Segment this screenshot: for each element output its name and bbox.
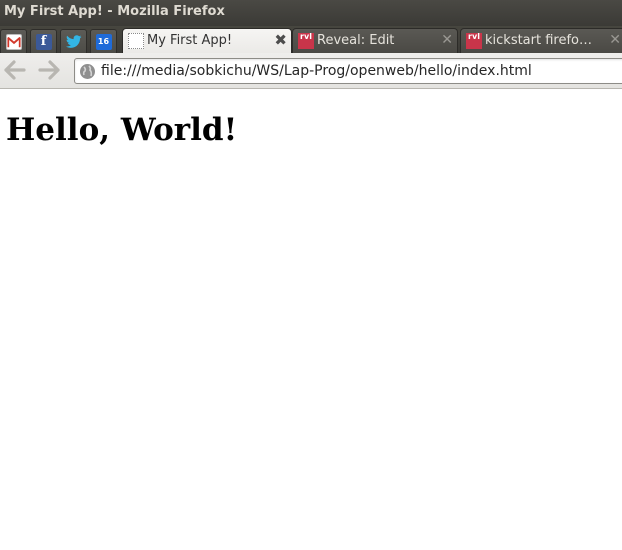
globe-icon bbox=[80, 64, 95, 79]
tab-my-first-app[interactable]: My First App! ✖ bbox=[122, 28, 292, 53]
tab-label: My First App! bbox=[147, 33, 233, 48]
tab-strip: f 16 My First App! ✖ rvl Reveal: Edit ✕ … bbox=[0, 26, 622, 53]
gmail-icon bbox=[5, 33, 22, 50]
navigation-toolbar: file:///media/sobkichu/WS/Lap-Prog/openw… bbox=[0, 53, 622, 89]
close-tab-icon[interactable]: ✕ bbox=[609, 29, 621, 52]
back-arrow-icon bbox=[4, 60, 26, 80]
close-tab-icon[interactable]: ✕ bbox=[441, 29, 453, 52]
facebook-icon: f bbox=[35, 33, 52, 50]
window-title: My First App! - Mozilla Firefox bbox=[0, 0, 622, 26]
forward-arrow-icon bbox=[38, 60, 60, 80]
back-button[interactable] bbox=[2, 59, 28, 83]
tab-kickstart-firefox[interactable]: rvl kickstart firefo… ✕ bbox=[460, 28, 622, 53]
forward-button[interactable] bbox=[36, 59, 62, 83]
tab-label: Reveal: Edit bbox=[317, 33, 395, 48]
page-content: Hello, World! bbox=[0, 90, 622, 550]
page-heading: Hello, World! bbox=[6, 112, 238, 148]
app-tab-gmail[interactable] bbox=[0, 29, 27, 53]
app-tab-twitter[interactable] bbox=[60, 29, 87, 53]
tab-label: kickstart firefo… bbox=[485, 33, 593, 48]
twitter-icon bbox=[65, 34, 82, 50]
calendar-icon: 16 bbox=[95, 33, 112, 50]
close-tab-icon[interactable]: ✖ bbox=[274, 29, 287, 52]
url-text[interactable]: file:///media/sobkichu/WS/Lap-Prog/openw… bbox=[101, 59, 532, 83]
url-bar[interactable]: file:///media/sobkichu/WS/Lap-Prog/openw… bbox=[74, 58, 622, 84]
rvl-icon: rvl bbox=[466, 32, 482, 49]
app-tab-calendar[interactable]: 16 bbox=[90, 29, 117, 53]
blank-page-icon bbox=[128, 33, 144, 49]
tab-reveal-edit[interactable]: rvl Reveal: Edit ✕ bbox=[292, 28, 458, 53]
rvl-icon: rvl bbox=[298, 32, 314, 49]
app-tab-facebook[interactable]: f bbox=[30, 29, 57, 53]
